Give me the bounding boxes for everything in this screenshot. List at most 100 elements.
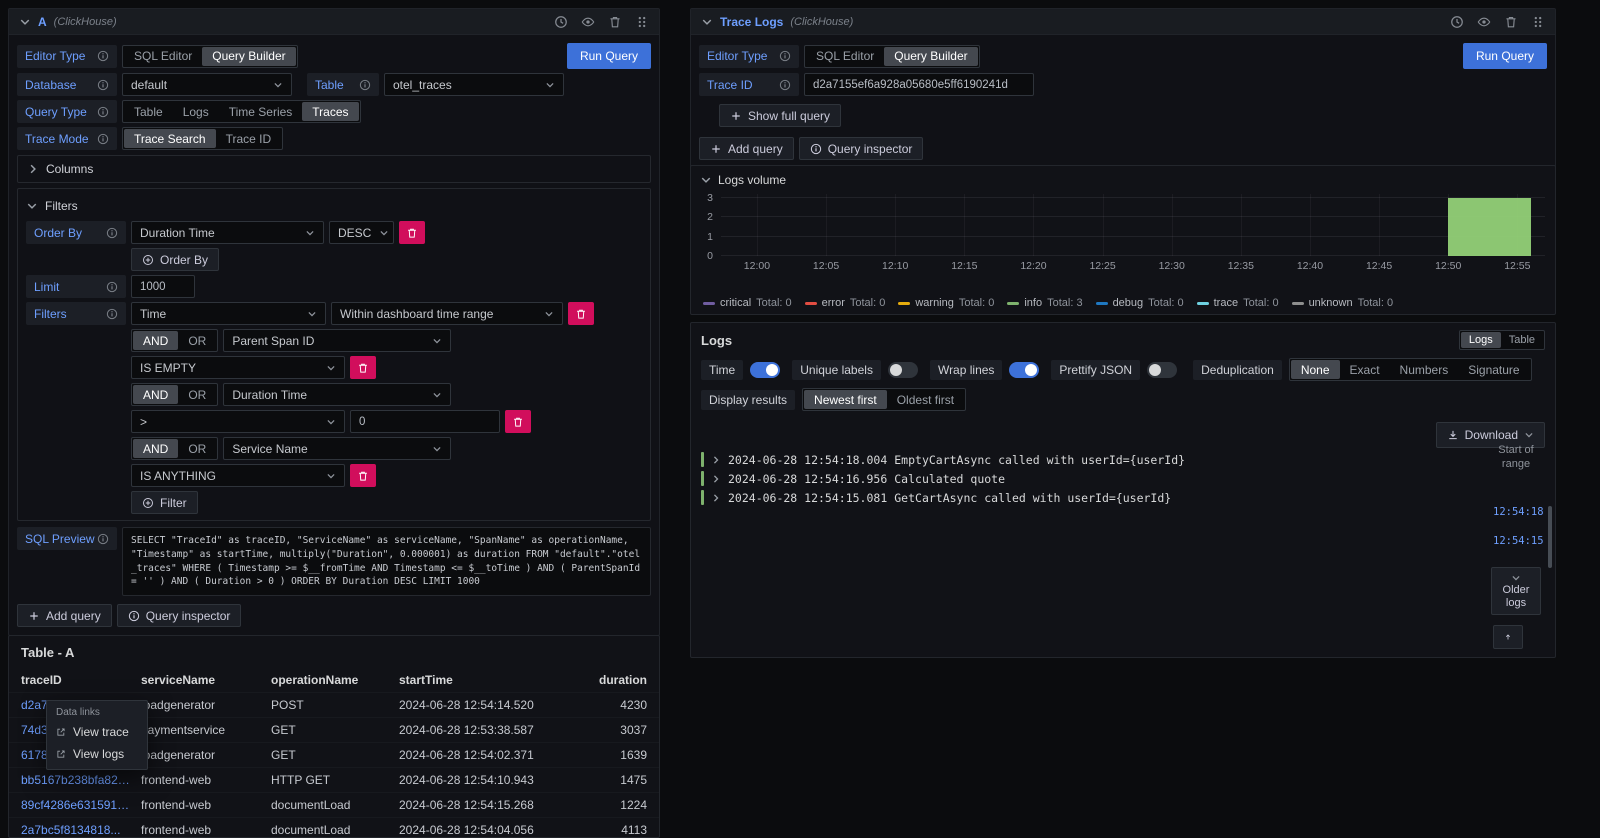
legend-item[interactable]: errorTotal: 0 — [805, 297, 886, 309]
remove-filter-button[interactable] — [505, 410, 531, 433]
add-order-by-button[interactable]: Order By — [131, 248, 219, 271]
view-trace-menuitem[interactable]: View trace — [47, 721, 147, 743]
toggle-switch[interactable] — [1147, 362, 1177, 378]
trace-mode-search[interactable]: Trace Search — [124, 129, 216, 148]
trace-id-link[interactable]: 89cf4286e631591b4... — [21, 798, 141, 812]
legend-item[interactable]: infoTotal: 3 — [1007, 297, 1082, 309]
nav-timestamp[interactable]: 12:54:15 — [1493, 535, 1544, 547]
view-logs-option[interactable]: Logs — [1461, 332, 1501, 348]
order-by-direction-select[interactable]: DESC — [329, 221, 394, 244]
legend-item[interactable]: warningTotal: 0 — [898, 297, 994, 309]
column-header[interactable]: traceID — [21, 673, 141, 687]
drag-handle-icon[interactable] — [635, 15, 649, 29]
bool-and[interactable]: AND — [133, 385, 178, 404]
newest-first-option[interactable]: Newest first — [804, 390, 887, 409]
editor-type-sql-editor[interactable]: SQL Editor — [124, 47, 202, 66]
trash-icon[interactable] — [608, 15, 622, 29]
legend-item[interactable]: debugTotal: 0 — [1096, 297, 1184, 309]
add-query-button[interactable]: Add query — [699, 137, 794, 160]
run-query-button[interactable]: Run Query — [1463, 43, 1547, 69]
collapse-chevron-icon[interactable] — [19, 16, 31, 28]
remove-filter-button[interactable] — [350, 464, 376, 487]
collapse-chevron-icon[interactable] — [701, 16, 713, 28]
nav-timestamp[interactable]: 12:54:18 — [1493, 506, 1544, 518]
log-row[interactable]: 2024-06-28 12:54:15.081 GetCartAsync cal… — [701, 488, 1471, 507]
trace-id-input[interactable] — [804, 73, 1034, 96]
add-filter-button[interactable]: Filter — [131, 491, 198, 514]
toggle-switch[interactable] — [888, 362, 918, 378]
volume-bar[interactable] — [1448, 198, 1531, 256]
bool-and[interactable]: AND — [133, 331, 178, 350]
dedup-signature[interactable]: Signature — [1458, 360, 1529, 379]
remove-filter-button[interactable] — [568, 302, 594, 325]
query-type-table[interactable]: Table — [124, 102, 173, 121]
dedup-exact[interactable]: Exact — [1340, 360, 1390, 379]
legend-item[interactable]: traceTotal: 0 — [1197, 297, 1279, 309]
bool-or[interactable]: OR — [178, 439, 216, 458]
editor-type-query-builder[interactable]: Query Builder — [884, 47, 977, 66]
column-header[interactable]: serviceName — [141, 673, 271, 687]
filter-field-select[interactable]: Time — [131, 302, 326, 325]
expand-chevron-icon[interactable] — [711, 455, 721, 465]
legend-item[interactable]: criticalTotal: 0 — [703, 297, 792, 309]
filter-field-select[interactable]: Service Name — [223, 437, 451, 460]
query-type-logs[interactable]: Logs — [173, 102, 219, 121]
editor-type-sql-editor[interactable]: SQL Editor — [806, 47, 884, 66]
database-select[interactable]: default — [122, 73, 292, 96]
limit-input[interactable] — [131, 275, 195, 298]
history-icon[interactable] — [554, 15, 568, 29]
show-full-query-button[interactable]: Show full query — [719, 104, 841, 127]
filter-operator-select[interactable]: > — [131, 410, 345, 433]
older-logs-button[interactable]: Older logs — [1491, 567, 1541, 615]
eye-icon[interactable] — [1477, 15, 1491, 29]
toggle-switch[interactable] — [1009, 362, 1039, 378]
legend-item[interactable]: unknownTotal: 0 — [1292, 297, 1394, 309]
run-query-button[interactable]: Run Query — [567, 43, 651, 69]
filter-operator-select[interactable]: IS ANYTHING — [131, 464, 345, 487]
add-query-button[interactable]: Add query — [17, 604, 112, 627]
trace-mode-id[interactable]: Trace ID — [216, 129, 282, 148]
columns-section-toggle[interactable]: Columns — [17, 155, 651, 183]
drag-handle-icon[interactable] — [1531, 15, 1545, 29]
expand-chevron-icon[interactable] — [711, 493, 721, 503]
query-type-traces[interactable]: Traces — [302, 102, 358, 121]
table-select[interactable]: otel_traces — [384, 73, 564, 96]
filter-field-select[interactable]: Parent Span ID — [223, 329, 451, 352]
scrollbar-thumb[interactable] — [1548, 506, 1552, 568]
scroll-top-button[interactable] — [1493, 625, 1523, 649]
expand-chevron-icon[interactable] — [711, 474, 721, 484]
oldest-first-option[interactable]: Oldest first — [887, 390, 964, 409]
column-header[interactable]: startTime — [399, 673, 569, 687]
dedup-none[interactable]: None — [1291, 360, 1340, 379]
eye-icon[interactable] — [581, 15, 595, 29]
trash-icon[interactable] — [1504, 15, 1518, 29]
filter-operator-select[interactable]: IS EMPTY — [131, 356, 345, 379]
toggle-switch[interactable] — [750, 362, 780, 378]
y-axis-label: 2 — [707, 211, 713, 223]
column-header[interactable]: operationName — [271, 673, 399, 687]
column-header[interactable]: duration — [569, 673, 647, 687]
filters-section-toggle[interactable]: Filters — [26, 195, 642, 217]
editor-type-query-builder[interactable]: Query Builder — [202, 47, 295, 66]
log-row[interactable]: 2024-06-28 12:54:16.956 Calculated quote — [701, 469, 1471, 488]
query-inspector-button[interactable]: Query inspector — [117, 604, 242, 627]
view-table-option[interactable]: Table — [1501, 332, 1543, 348]
view-logs-menuitem[interactable]: View logs — [47, 743, 147, 765]
filter-operator-select[interactable]: Within dashboard time range — [331, 302, 563, 325]
dedup-numbers[interactable]: Numbers — [1390, 360, 1459, 379]
filter-value-input[interactable] — [350, 410, 500, 433]
filter-field-select[interactable]: Duration Time — [223, 383, 451, 406]
bool-or[interactable]: OR — [178, 385, 216, 404]
bool-or[interactable]: OR — [178, 331, 216, 350]
bool-and[interactable]: AND — [133, 439, 178, 458]
collapse-chevron-icon[interactable] — [700, 174, 712, 186]
trace-id-link[interactable]: 2a7bc5f8134818... — [21, 823, 141, 837]
log-row[interactable]: 2024-06-28 12:54:18.004 EmptyCartAsync c… — [701, 450, 1471, 469]
order-by-field-select[interactable]: Duration Time — [131, 221, 324, 244]
remove-filter-button[interactable] — [350, 356, 376, 379]
remove-order-by-button[interactable] — [399, 221, 425, 244]
trace-id-link[interactable]: bb5167b238bfa82d1... — [21, 773, 141, 787]
history-icon[interactable] — [1450, 15, 1464, 29]
query-type-timeseries[interactable]: Time Series — [219, 102, 303, 121]
query-inspector-button[interactable]: Query inspector — [799, 137, 924, 160]
